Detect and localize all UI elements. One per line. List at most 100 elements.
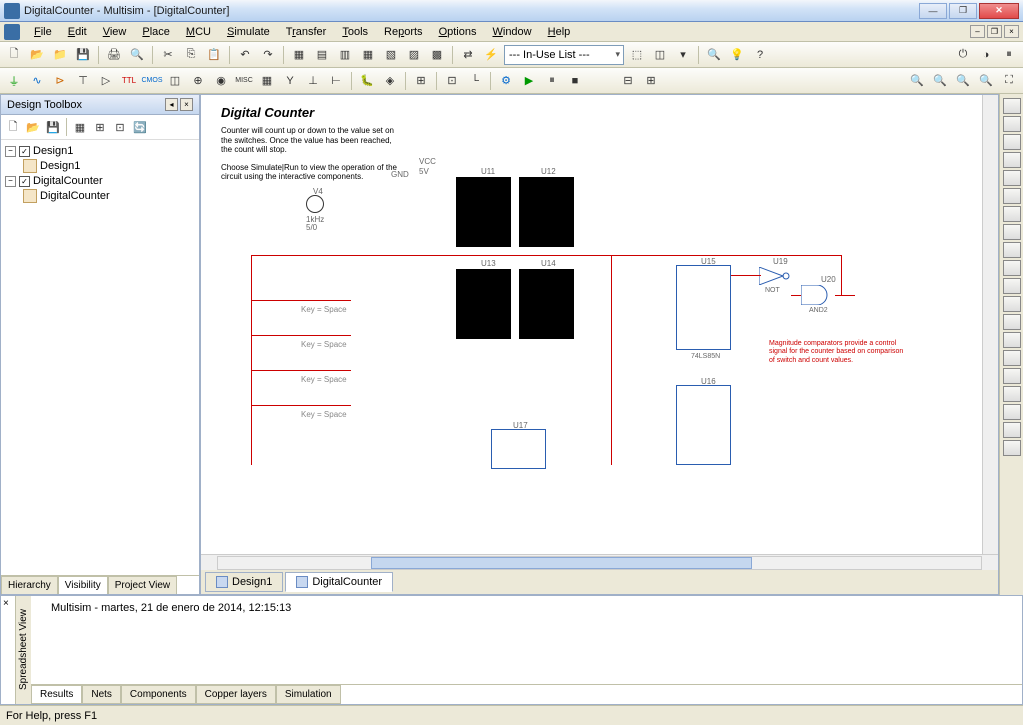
close-button[interactable]: ✕ (979, 3, 1019, 19)
current-probe-icon[interactable] (1003, 440, 1021, 456)
switch2-button[interactable]: ◑ (976, 45, 996, 65)
electrical-rules-button[interactable]: ⚡ (481, 45, 501, 65)
mdi-close[interactable]: × (1004, 25, 1019, 38)
zoom-area-button[interactable]: 🔍 (953, 71, 973, 91)
tab-visibility[interactable]: Visibility (58, 576, 108, 594)
redo-button[interactable]: ↷ (258, 45, 278, 65)
menu-view[interactable]: View (95, 24, 135, 40)
play-button[interactable]: ▶ (519, 71, 539, 91)
sim-settings-2[interactable]: ⊞ (641, 71, 661, 91)
new-button[interactable]: 🗋 (4, 45, 24, 65)
find-button[interactable]: 🔍 (704, 45, 724, 65)
scrollbar-thumb[interactable] (371, 557, 753, 569)
undo-button[interactable]: ↶ (235, 45, 255, 65)
toolbox-new-icon[interactable]: 🗋 (4, 118, 22, 136)
menu-options[interactable]: Options (431, 24, 485, 40)
spreadsheet-side-label[interactable]: Spreadsheet View (15, 596, 31, 704)
diode-icon[interactable]: ⊳ (50, 71, 70, 91)
source-icon[interactable]: ⏚ (4, 71, 24, 91)
help-button[interactable]: 💡 (727, 45, 747, 65)
tab-project-view[interactable]: Project View (108, 576, 177, 594)
tek-scope-icon[interactable] (1003, 404, 1021, 420)
mixed-icon[interactable]: ⊕ (188, 71, 208, 91)
open-button[interactable]: 📂 (27, 45, 47, 65)
create-button[interactable]: ▨ (404, 45, 424, 65)
database-button[interactable]: ▧ (381, 45, 401, 65)
electromech-icon[interactable]: Y (280, 71, 300, 91)
mdi-restore[interactable]: ❐ (987, 25, 1002, 38)
copy-button[interactable]: ⎘ (181, 45, 201, 65)
component-toolbar-3[interactable]: ▾ (673, 45, 693, 65)
agilent-mm-icon[interactable] (1003, 368, 1021, 384)
toolbox-prev-button[interactable]: ◂ (165, 98, 178, 111)
network-analyzer-icon[interactable] (1003, 332, 1021, 348)
menu-window[interactable]: Window (484, 24, 539, 40)
toolbox-ic2[interactable]: ⊞ (91, 118, 109, 136)
doc-tab-digitalcounter[interactable]: DigitalCounter (285, 572, 393, 592)
logic-converter-icon[interactable] (1003, 260, 1021, 276)
basic-icon[interactable]: ∿ (27, 71, 47, 91)
indicator-icon[interactable]: ◉ (211, 71, 231, 91)
component-toolbar-2[interactable]: ◫ (650, 45, 670, 65)
cut-button[interactable]: ✂ (158, 45, 178, 65)
save-button[interactable]: 💾 (73, 45, 93, 65)
tab-nets[interactable]: Nets (82, 685, 121, 704)
word-gen-icon[interactable] (1003, 224, 1021, 240)
design-tree[interactable]: − ✓ Design1 Design1 − ✓ DigitalCounter D… (1, 140, 199, 575)
zoom-in-button[interactable]: 🔍 (907, 71, 927, 91)
doc-tab-design1[interactable]: Design1 (205, 572, 283, 592)
forward-annotate-button[interactable]: ⇄ (458, 45, 478, 65)
toggle-netlist-button[interactable]: ▥ (335, 45, 355, 65)
mdi-minimize[interactable]: – (970, 25, 985, 38)
bus-icon[interactable]: ⊞ (411, 71, 431, 91)
tab-simulation[interactable]: Simulation (276, 685, 341, 704)
vertical-scrollbar[interactable] (982, 95, 998, 554)
tree-child-digitalcounter[interactable]: DigitalCounter (5, 188, 195, 204)
run-sim-button[interactable]: ⚙ (496, 71, 516, 91)
tree-root-digitalcounter[interactable]: − ✓ DigitalCounter (5, 174, 195, 188)
analog-icon[interactable]: ▷ (96, 71, 116, 91)
distortion-icon[interactable] (1003, 296, 1021, 312)
menu-reports[interactable]: Reports (376, 24, 431, 40)
fullscreen-button[interactable]: ⛶ (999, 71, 1019, 91)
checkbox-icon[interactable]: ✓ (19, 176, 30, 187)
menu-tools[interactable]: Tools (334, 24, 376, 40)
info-button[interactable]: ? (750, 45, 770, 65)
switch-button[interactable]: ⏻ (953, 45, 973, 65)
wire-icon[interactable]: └ (465, 71, 485, 91)
bode-plotter-icon[interactable] (1003, 188, 1021, 204)
toolbox-close-button[interactable]: × (180, 98, 193, 111)
cmos-icon[interactable]: CMOS (142, 71, 162, 91)
labview-icon[interactable] (1003, 422, 1021, 438)
expand-icon[interactable]: − (5, 146, 16, 157)
wattmeter-icon[interactable] (1003, 134, 1021, 150)
print-preview-button[interactable]: 🔍 (127, 45, 147, 65)
horizontal-scrollbar[interactable] (201, 554, 998, 570)
expand-icon[interactable]: − (5, 176, 16, 187)
oscilloscope-icon[interactable] (1003, 152, 1021, 168)
checkbox-icon[interactable]: ✓ (19, 146, 30, 157)
tab-copper-layers[interactable]: Copper layers (196, 685, 276, 704)
stop-button[interactable]: ■ (565, 71, 585, 91)
toggle-grapher-button[interactable]: ▤ (312, 45, 332, 65)
hierarchy-icon[interactable]: ◈ (380, 71, 400, 91)
logic-analyzer-icon[interactable] (1003, 242, 1021, 258)
tab-results[interactable]: Results (31, 685, 82, 704)
toggle-spreadsheet-button[interactable]: ▦ (289, 45, 309, 65)
sim-settings-1[interactable]: ⊟ (618, 71, 638, 91)
minimize-button[interactable]: — (919, 3, 947, 19)
menu-edit[interactable]: Edit (60, 24, 95, 40)
back-annotate-button[interactable]: ▩ (427, 45, 447, 65)
toolbox-ic4[interactable]: 🔄 (131, 118, 149, 136)
spreadsheet-close-button[interactable]: × (1, 596, 15, 704)
toolbox-ic1[interactable]: ▦ (71, 118, 89, 136)
menu-place[interactable]: Place (134, 24, 178, 40)
power-icon[interactable]: MISC (234, 71, 254, 91)
open-sample-button[interactable]: 📁 (50, 45, 70, 65)
schematic-canvas[interactable]: Digital Counter Counter will count up or… (201, 95, 982, 554)
zoom-out-button[interactable]: 🔍 (930, 71, 950, 91)
junction-icon[interactable]: ⊡ (442, 71, 462, 91)
tab-hierarchy[interactable]: Hierarchy (1, 576, 58, 594)
iv-analyzer-icon[interactable] (1003, 278, 1021, 294)
multimeter-icon[interactable] (1003, 98, 1021, 114)
